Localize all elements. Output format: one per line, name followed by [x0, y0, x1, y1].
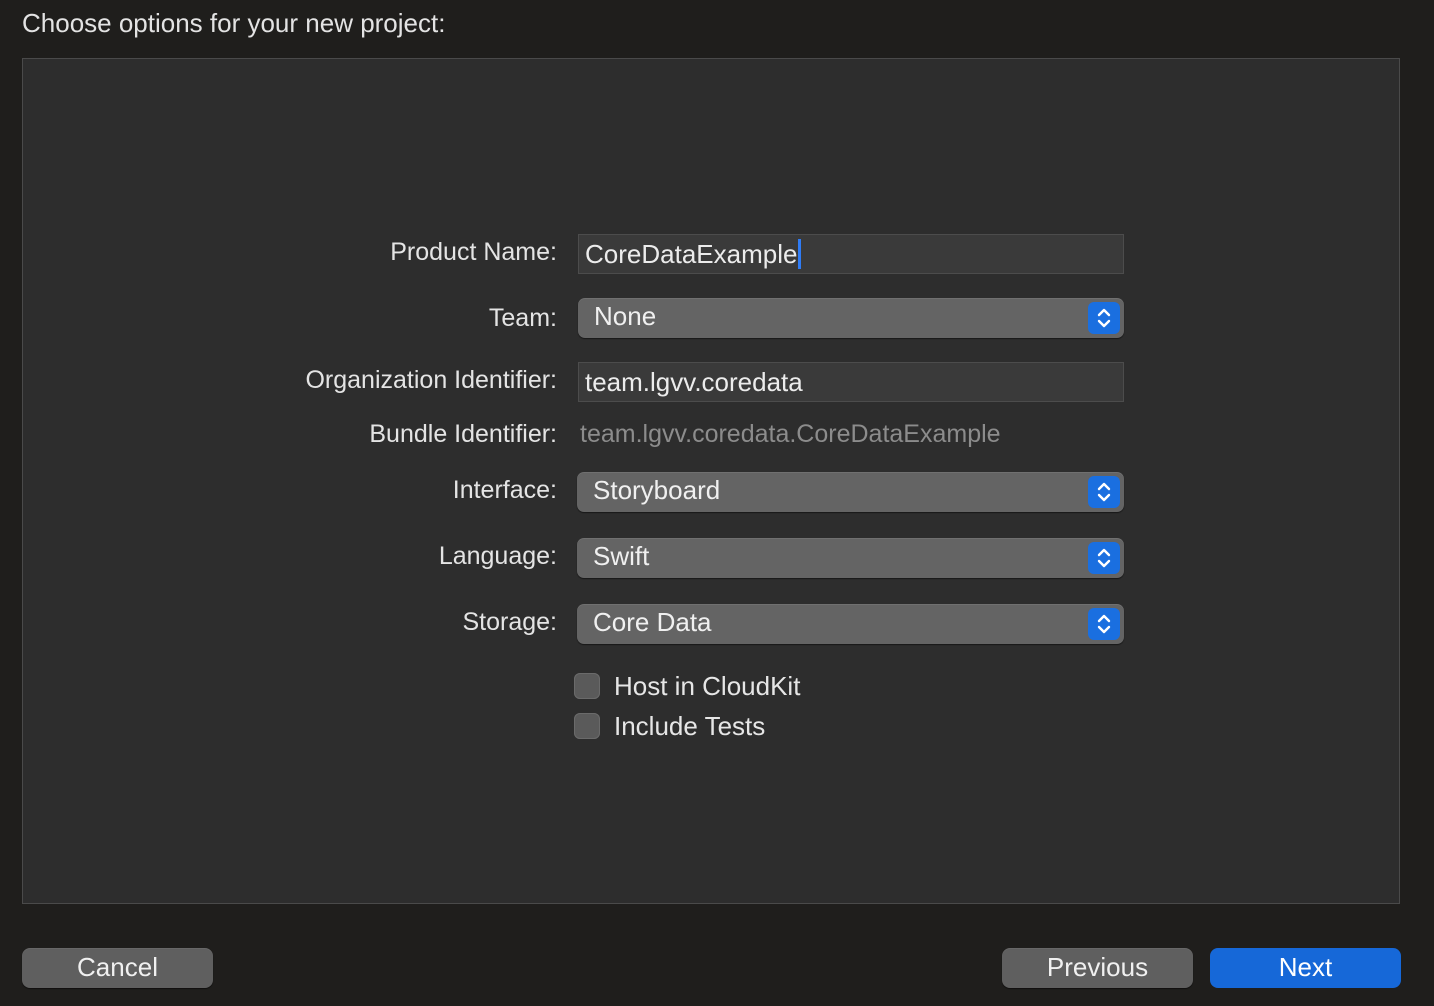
storage-popup-value: Core Data — [593, 607, 712, 637]
previous-button[interactable]: Previous — [1002, 948, 1193, 988]
host-in-cloudkit-checkbox[interactable] — [574, 673, 600, 699]
product-name-value: CoreDataExample — [585, 239, 798, 269]
storage-label: Storage: — [462, 608, 557, 636]
include-tests-checkbox[interactable] — [574, 713, 600, 739]
language-popup-button[interactable]: Swift — [577, 538, 1124, 578]
include-tests-label[interactable]: Include Tests — [614, 711, 765, 742]
chevron-up-down-icon — [1088, 476, 1120, 508]
chevron-up-down-icon — [1088, 608, 1120, 640]
cancel-button[interactable]: Cancel — [22, 948, 213, 988]
organization-identifier-field[interactable]: team.lgvv.coredata — [578, 362, 1124, 402]
bundle-identifier-label: Bundle Identifier: — [369, 420, 557, 448]
interface-popup-value: Storyboard — [593, 475, 721, 505]
interface-label: Interface: — [452, 476, 557, 504]
product-name-label: Product Name: — [390, 238, 557, 266]
bundle-identifier-value: team.lgvv.coredata.CoreDataExample — [580, 420, 1001, 448]
language-popup-value: Swift — [593, 541, 650, 571]
language-label: Language: — [438, 542, 557, 570]
next-button[interactable]: Next — [1210, 948, 1401, 988]
product-name-field[interactable]: CoreDataExample — [578, 234, 1124, 274]
include-tests-row[interactable]: Include Tests — [574, 711, 765, 741]
organization-identifier-label: Organization Identifier: — [305, 366, 557, 394]
storage-popup-button[interactable]: Core Data — [577, 604, 1124, 644]
team-popup-button[interactable]: None — [578, 298, 1124, 338]
host-in-cloudkit-row[interactable]: Host in CloudKit — [574, 671, 800, 701]
text-caret — [798, 239, 802, 270]
chevron-up-down-icon — [1088, 302, 1120, 334]
page-title: Choose options for your new project: — [22, 8, 446, 38]
team-popup-value: None — [594, 301, 657, 331]
interface-popup-button[interactable]: Storyboard — [577, 472, 1124, 512]
team-label: Team: — [488, 304, 557, 332]
host-in-cloudkit-label[interactable]: Host in CloudKit — [614, 671, 800, 702]
chevron-up-down-icon — [1088, 542, 1120, 574]
organization-identifier-value: team.lgvv.coredata — [585, 367, 803, 397]
